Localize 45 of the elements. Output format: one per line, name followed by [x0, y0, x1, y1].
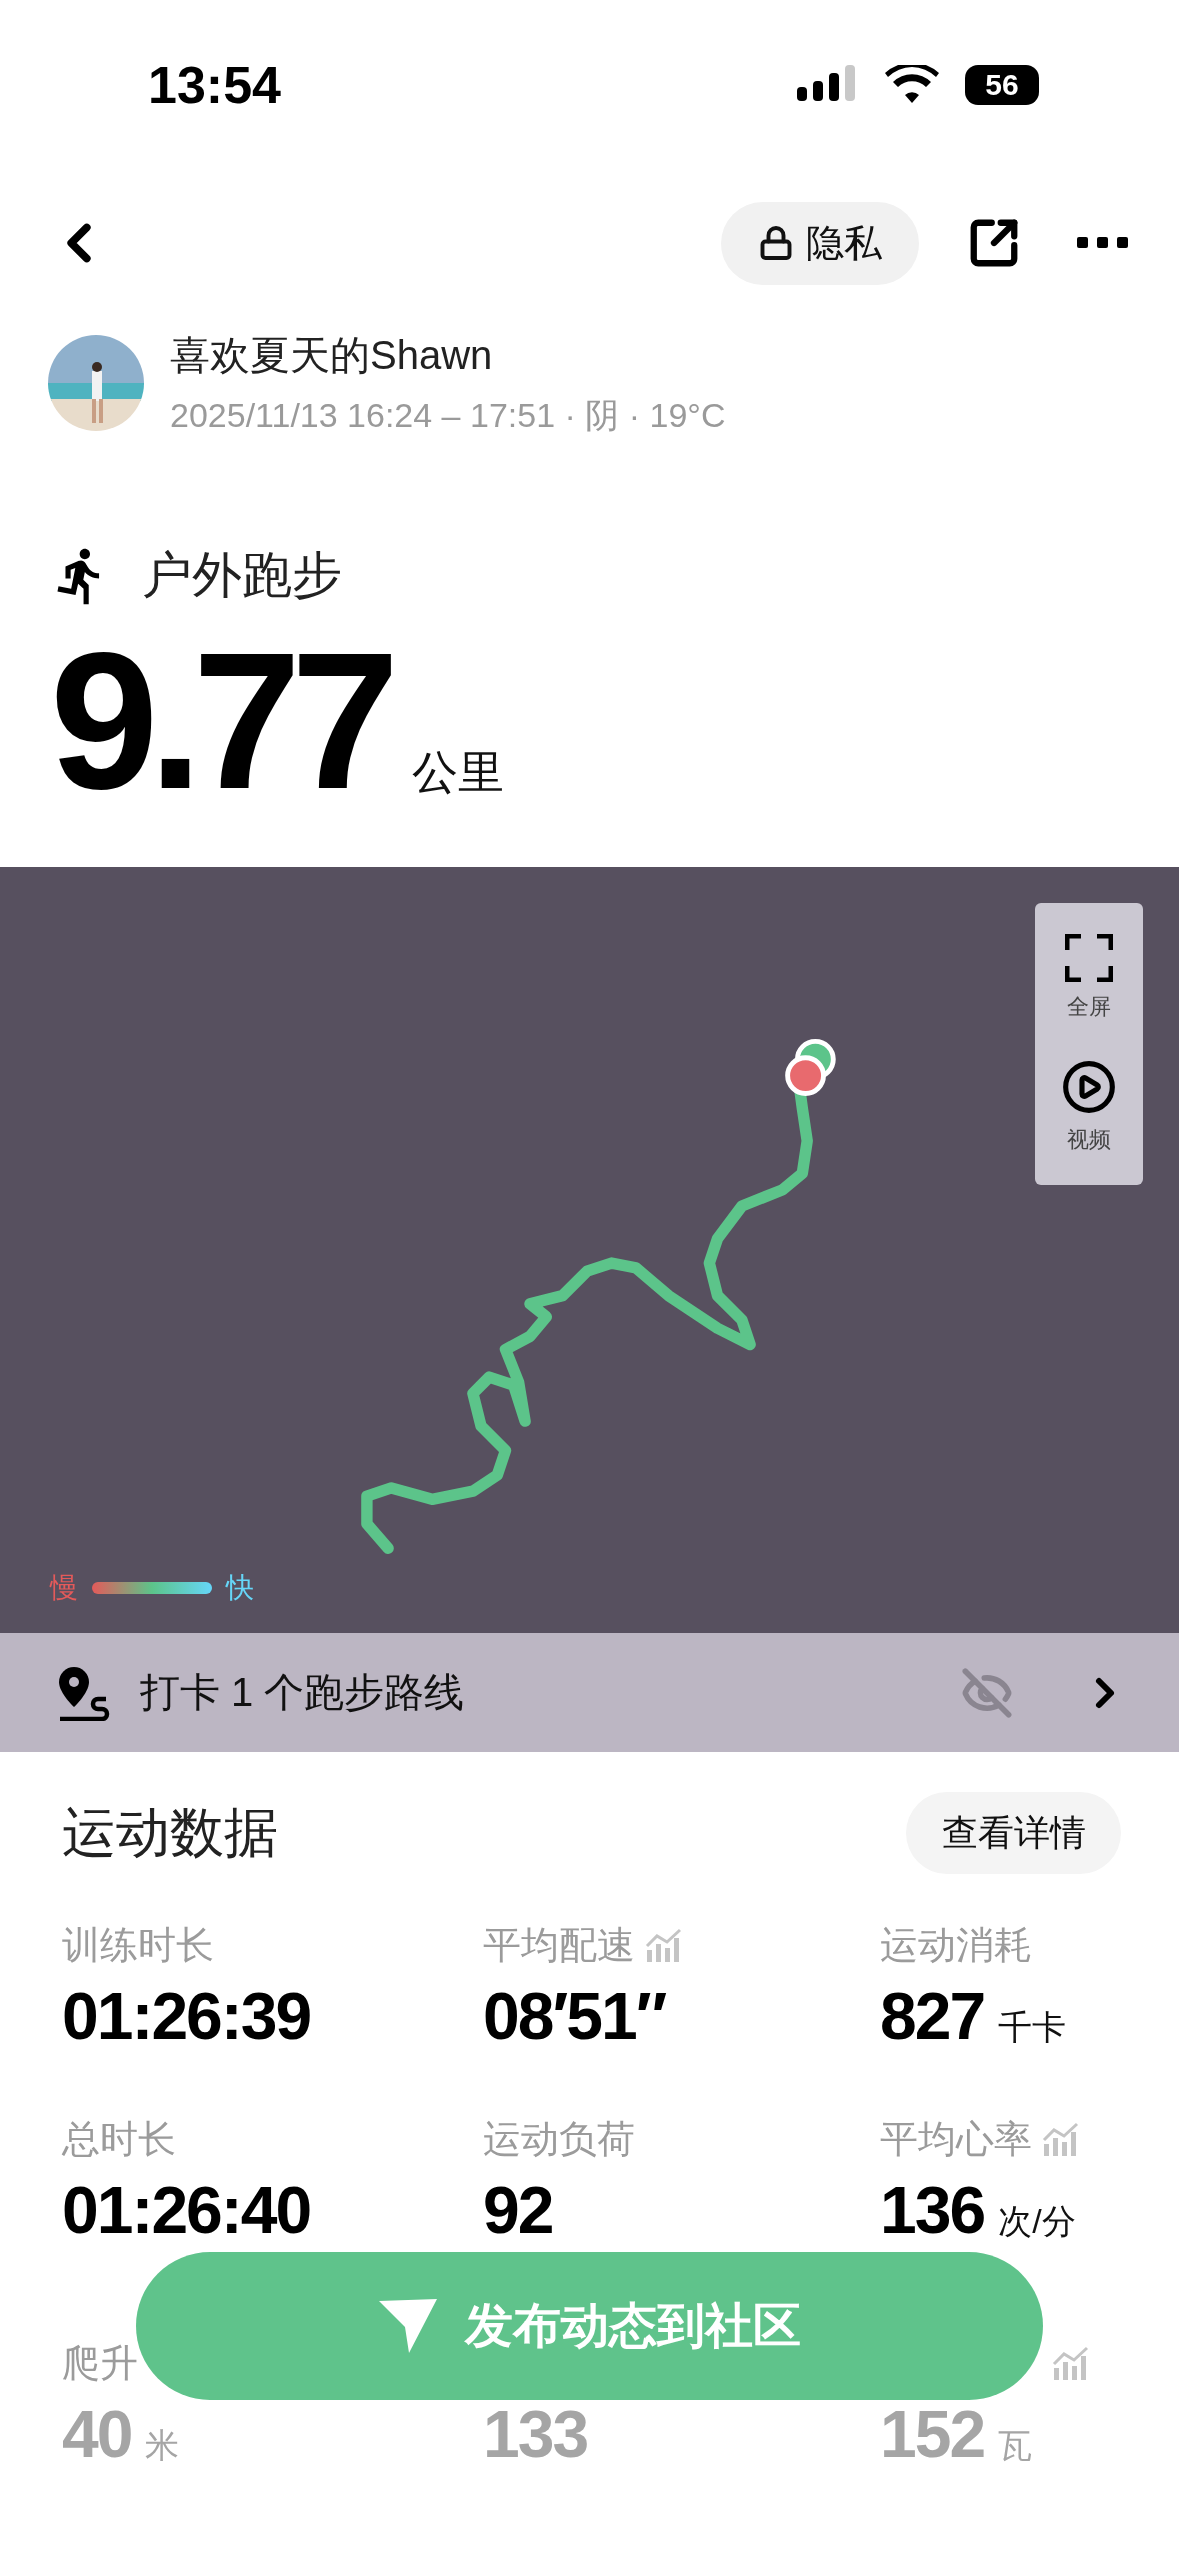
stat-value: 01:26:39 — [62, 1978, 311, 2054]
stat-label: 平均配速 — [483, 1922, 635, 1968]
activity-type: 户外跑步 — [142, 546, 342, 605]
stat-value: 08′51″ — [483, 1978, 666, 2054]
stat-label: 运动负荷 — [483, 2116, 635, 2162]
stat-value: 827 — [880, 1978, 985, 2054]
stat-label: 爬升 — [62, 2340, 138, 2386]
stat-value: 01:26:40 — [62, 2172, 311, 2248]
legend-slow-label: 慢 — [50, 1571, 78, 1605]
wifi-icon — [885, 65, 939, 105]
stat-value: 136 — [880, 2172, 985, 2248]
stat-unit: 千卡 — [998, 2007, 1067, 2048]
view-details-button[interactable]: 查看详情 — [906, 1792, 1121, 1874]
activity-time-weather: 2025/11/13 16:24 – 17:51 · 阴 · 19°C — [170, 394, 726, 436]
distance-value: 9.77 — [50, 623, 390, 818]
lock-icon — [758, 225, 794, 261]
route-checkin-row[interactable]: 打卡 1 个跑步路线 — [0, 1633, 1179, 1752]
user-name: 喜欢夏天的Shawn — [170, 331, 494, 379]
section-title: 运动数据 — [62, 1800, 278, 1864]
fullscreen-button[interactable]: 全屏 — [1065, 933, 1113, 1022]
legend-fast-label: 快 — [226, 1571, 254, 1605]
play-icon — [1061, 1058, 1117, 1115]
stat-unit: 次/分 — [998, 2201, 1076, 2242]
stat-unit: 米 — [145, 2425, 180, 2466]
pin-route-icon — [56, 1664, 112, 1721]
battery-indicator: 56 — [965, 65, 1039, 105]
more-icon — [1077, 237, 1129, 249]
stat-value: 92 — [483, 2172, 553, 2248]
stat-unit: 瓦 — [998, 2425, 1033, 2466]
distance-unit: 公里 — [411, 745, 504, 800]
stat-label: 运动消耗 — [880, 1922, 1032, 1968]
end-marker — [785, 1055, 826, 1096]
route-map[interactable]: 全屏 视频 慢 快 — [0, 867, 1179, 1633]
fullscreen-icon — [1065, 933, 1113, 982]
video-button[interactable]: 视频 — [1061, 1058, 1117, 1155]
checkin-text: 打卡 1 个跑步路线 — [140, 1669, 466, 1716]
status-time: 13:54 — [148, 55, 281, 115]
stat-label: 总时长 — [62, 2116, 176, 2162]
stat-label: 平均心率 — [880, 2116, 1032, 2162]
more-button[interactable] — [1077, 237, 1129, 249]
stat-value: 40 — [62, 2396, 132, 2472]
hidden-eye-icon — [961, 1666, 1013, 1719]
send-icon — [378, 2299, 437, 2353]
stat-label: 训练时长 — [62, 1922, 214, 1968]
privacy-button[interactable]: 隐私 — [721, 201, 919, 285]
